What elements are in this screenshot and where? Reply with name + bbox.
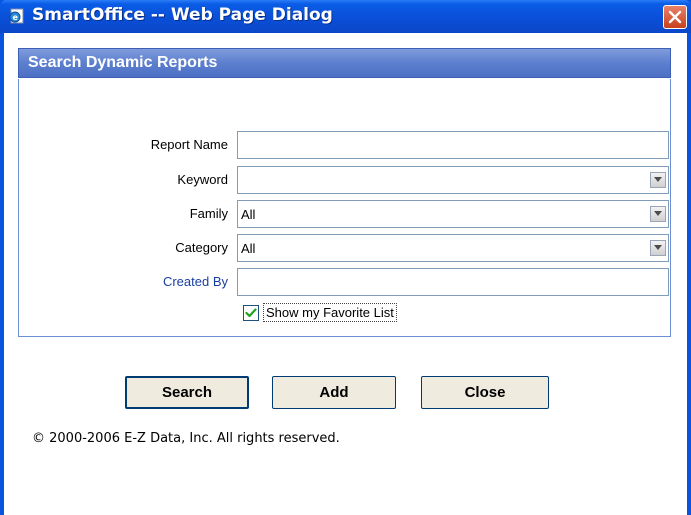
section-header: Search Dynamic Reports (18, 48, 671, 78)
ie-page-icon: e (8, 7, 26, 25)
svg-text:e: e (13, 13, 19, 22)
report-name-input[interactable] (237, 131, 669, 159)
keyword-dropdown-button[interactable] (650, 172, 666, 188)
family-value: All (241, 207, 256, 222)
dialog-window: e SmartOffice -- Web Page Dialog Search … (0, 0, 691, 515)
window-title: SmartOffice -- Web Page Dialog (32, 5, 333, 25)
family-select[interactable]: All (237, 200, 669, 228)
keyword-label: Keyword (177, 172, 228, 187)
close-icon (668, 10, 682, 24)
chevron-down-icon (654, 245, 662, 250)
family-label: Family (189, 206, 228, 221)
close-window-button[interactable] (663, 5, 687, 29)
created-by-label[interactable]: Created By (110, 274, 228, 289)
close-button[interactable]: Close (421, 376, 549, 409)
family-dropdown-button[interactable] (650, 206, 666, 222)
report-name-label: Report Name (150, 137, 228, 152)
section-title: Search Dynamic Reports (28, 54, 218, 71)
favorite-label[interactable]: Show my Favorite List (263, 303, 397, 322)
chevron-down-icon (654, 211, 662, 216)
title-bar[interactable]: e SmartOffice -- Web Page Dialog (0, 0, 691, 33)
category-select[interactable]: All (237, 234, 669, 262)
created-by-input[interactable] (237, 268, 669, 296)
category-dropdown-button[interactable] (650, 240, 666, 256)
category-label: Category (175, 240, 228, 255)
favorite-checkbox[interactable] (243, 305, 259, 321)
checkmark-icon (245, 308, 257, 318)
keyword-select[interactable] (237, 166, 669, 194)
add-button[interactable]: Add (272, 376, 396, 409)
copyright-text: © 2000-2006 E-Z Data, Inc. All rights re… (32, 431, 340, 446)
search-button[interactable]: Search (125, 376, 249, 409)
chevron-down-icon (654, 177, 662, 182)
category-value: All (241, 241, 256, 256)
